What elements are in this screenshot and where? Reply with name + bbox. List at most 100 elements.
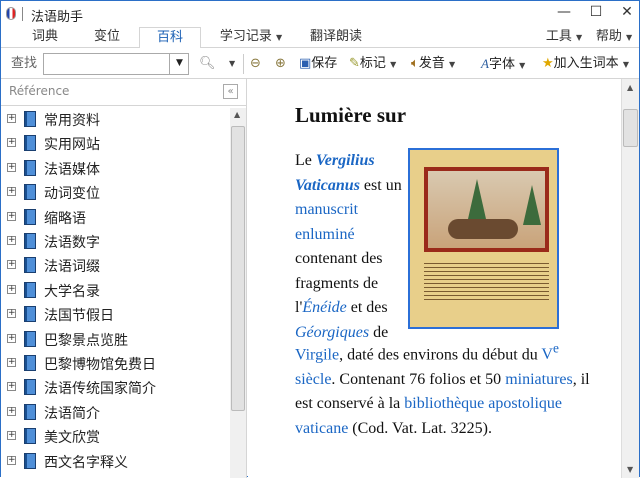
book-icon [24,379,36,396]
window-title: 法语助手 [31,10,84,25]
tab-conjugation[interactable]: 变位 [77,27,137,48]
close-button[interactable]: ✕ [614,4,640,24]
forward-icon[interactable]: ⊕ [275,48,286,79]
back-icon[interactable]: ⊖ [250,48,261,79]
search-history-dropdown[interactable]: ▼ [169,53,189,75]
article-pane: Lumière sur Le Vergilius Vaticanus est u… [248,79,621,478]
article-text-wrap: Le Vergilius Vaticanus est un manuscrit … [295,149,405,345]
sidebar-item[interactable]: + 大学名录 [1,279,229,303]
expand-icon[interactable]: + [7,114,16,123]
menu-label: 帮助 [595,29,622,44]
scroll-up-icon[interactable]: ▲ [234,110,240,119]
link-miniatures[interactable]: miniatures [505,371,573,388]
collapse-sidebar-button[interactable]: « [223,84,238,99]
tab-encyclopedia[interactable]: 百科 [139,27,201,49]
title-bar: 法语助手 — ☐ ✕ [1,1,639,27]
expand-icon[interactable]: + [7,406,16,416]
expand-icon[interactable]: + [7,187,16,197]
miniature-illustration [424,167,549,252]
article-scrollbar[interactable]: ▲ ▼ [621,79,639,478]
sidebar-item-label: 西文名字释义 [44,454,128,471]
chevron-down-icon: ▼ [448,60,456,69]
chevron-down-icon[interactable]: ▼ [229,48,235,79]
animals-shape [448,219,518,239]
sidebar-scroll-thumb[interactable] [231,126,245,411]
expand-icon[interactable]: + [7,260,16,270]
menu-label: 工具 [545,29,572,44]
tools-menu[interactable]: 工具 ▼ [541,27,587,48]
link-manuscrit-enlumine[interactable]: manuscrit enluminé [295,201,358,243]
article-heading: Lumière sur [295,103,407,127]
pronounce-label: 发音 [418,56,445,71]
pronounce-button[interactable]: 🔈︎发音 ▼ [411,48,455,79]
sidebar-item[interactable]: + 法语词缀 [1,254,229,278]
add-word-button[interactable]: ★加入生词本 ▼ [542,48,629,79]
sidebar-item[interactable]: + 美文欣赏 [1,425,229,449]
book-icon [24,111,36,127]
sidebar-item[interactable]: + 法语传统国家简介 [1,376,229,400]
expand-icon[interactable]: + [7,162,16,172]
expand-icon[interactable]: + [7,358,16,367]
sidebar-item[interactable]: + 巴黎博物馆免费日 [1,352,229,376]
sidebar-item-label: 法语数字 [44,235,100,251]
expand-icon[interactable]: + [7,431,16,441]
help-menu[interactable]: 帮助 ▼ [591,27,637,48]
book-icon [24,428,36,445]
expand-icon[interactable]: + [7,138,16,148]
scroll-down-icon[interactable]: ▼ [627,465,633,474]
sidebar-item[interactable]: + 法国节假日 [1,303,229,327]
sidebar-item[interactable]: + 缩略语 [1,206,229,230]
divider [243,54,244,74]
sidebar-item[interactable]: + 实用网站 [1,132,229,156]
sidebar-item[interactable]: + 常用资料 [1,108,229,132]
expand-icon[interactable]: + [7,309,16,319]
expand-icon[interactable]: + [7,211,16,221]
sidebar-item-label: 法语简介 [44,405,100,422]
mark-button[interactable]: ✎标记 ▼ [349,48,396,79]
minimize-button[interactable]: — [551,4,577,24]
link-eneide[interactable]: Énéide [302,299,346,316]
divider [22,7,23,21]
sidebar-item-label: 大学名录 [44,283,100,300]
font-label: 字体 [488,57,515,72]
book-icon [24,330,36,347]
tree-shape [523,185,541,225]
sidebar-item[interactable]: + 动词变位 [1,181,229,205]
chevron-down-icon: ▼ [626,33,633,42]
save-button[interactable]: ▣保存 [299,48,337,79]
expand-icon[interactable]: + [7,455,16,465]
add-word-label: 加入生词本 [553,56,619,71]
search-input[interactable] [43,53,189,75]
maximize-button[interactable]: ☐ [583,4,609,24]
search-icon[interactable]: 🔍︎ [199,48,216,79]
sidebar-item[interactable]: + 巴黎景点览胜 [1,328,229,352]
book-icon [24,208,36,225]
sidebar-item[interactable]: + 法语媒体 [1,157,229,181]
sidebar-item-label: 法语词缀 [44,259,100,276]
sidebar-item-label: 法语传统国家简介 [44,381,156,398]
manuscript-image[interactable] [408,148,559,329]
expand-icon[interactable]: + [7,382,16,392]
sidebar-item[interactable]: + 法语数字 [1,230,229,254]
tab-translate[interactable]: 翻译朗读 [301,27,371,48]
expand-icon[interactable]: + [7,333,16,343]
sidebar-item-label: 巴黎博物馆免费日 [44,357,156,373]
book-icon [24,355,36,371]
text: (Cod. Vat. Lat. 3225). [348,419,492,437]
tab-study-records[interactable]: 学习记录 ▼ [211,27,291,48]
expand-icon[interactable]: + [7,284,16,294]
scroll-up-icon[interactable]: ▲ [627,83,633,92]
sidebar-item[interactable]: + 法语简介 [1,401,229,425]
chevron-down-icon: ▼ [390,60,397,69]
book-icon [24,452,36,469]
book-icon [24,281,36,298]
expand-icon[interactable]: + [7,236,16,245]
sidebar-item[interactable]: + 西文名字释义 [1,450,229,474]
tab-dictionary[interactable]: 词典 [15,27,75,48]
link-virgile[interactable]: Virgile [295,346,339,363]
book-icon [24,184,36,201]
sidebar-title: Référence [9,84,70,98]
mark-label: 标记 [359,56,386,71]
article-scroll-thumb[interactable] [623,109,638,147]
font-button[interactable]: A字体 ▼ [481,48,525,79]
